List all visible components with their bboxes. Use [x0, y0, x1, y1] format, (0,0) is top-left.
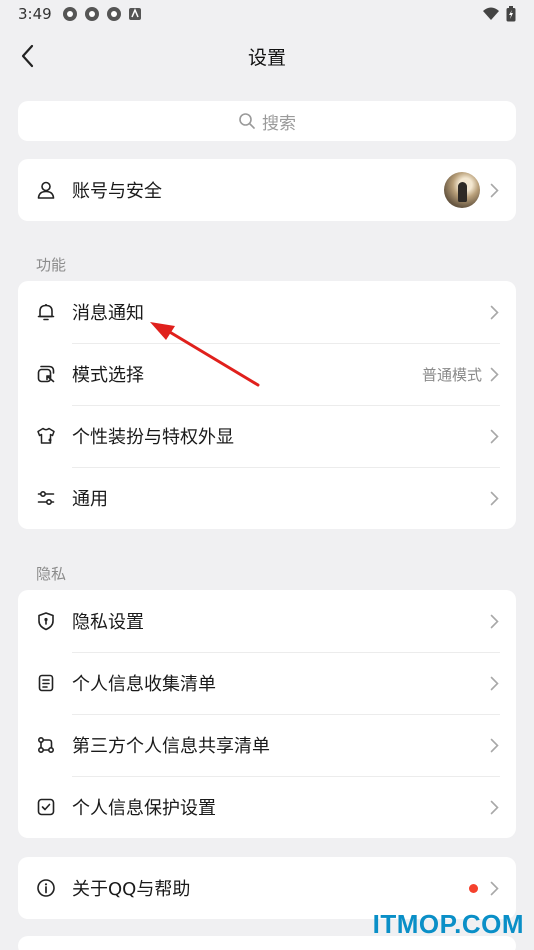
general-settings-label: 通用	[72, 489, 108, 510]
privacy-settings-item[interactable]: 隐私设置	[18, 590, 516, 652]
chevron-right-icon	[488, 182, 500, 198]
account-card: 账号与安全	[18, 159, 516, 221]
chevron-right-icon	[488, 490, 500, 506]
search-placeholder: 搜索	[262, 113, 296, 134]
app-notification-icon	[106, 7, 121, 21]
avatar	[444, 172, 480, 208]
account-security-item[interactable]: 账号与安全	[18, 159, 516, 221]
app-notification-icon	[62, 7, 77, 21]
notification-settings-item[interactable]: 消息通知	[18, 281, 516, 343]
watermark: ITMOP.COM	[372, 909, 524, 939]
battery-icon	[506, 6, 516, 22]
section-title-privacy: 隐私	[36, 565, 67, 583]
mode-selection-item[interactable]: 模式选择 普通模式	[18, 343, 516, 405]
status-time: 3:49	[18, 5, 52, 23]
chevron-right-icon	[488, 799, 500, 815]
notification-settings-label: 消息通知	[72, 303, 144, 324]
new-badge-dot	[469, 883, 478, 893]
personal-info-protection-item[interactable]: 个人信息保护设置	[18, 776, 516, 838]
section-title-function: 功能	[36, 256, 67, 274]
bell-icon	[36, 302, 56, 322]
third-party-sharing-item[interactable]: 第三方个人信息共享清单	[18, 714, 516, 776]
privacy-card: 隐私设置 个人信息收集清单 第三方个人信息共享清单 个人信息保护设置	[18, 590, 516, 838]
personalization-item[interactable]: 个性装扮与特权外显	[18, 405, 516, 467]
chevron-right-icon	[488, 366, 500, 382]
wifi-icon	[483, 7, 499, 20]
text-notification-icon	[128, 8, 141, 20]
chevron-right-icon	[488, 737, 500, 753]
search-icon	[239, 113, 255, 129]
account-security-label: 账号与安全	[72, 181, 162, 202]
personal-info-protection-label: 个人信息保护设置	[72, 798, 216, 819]
sliders-icon	[36, 488, 56, 508]
mode-switch-icon	[36, 364, 56, 384]
page-title: 设置	[247, 46, 286, 69]
chevron-right-icon	[488, 428, 500, 444]
privacy-settings-label: 隐私设置	[72, 612, 144, 633]
personal-info-collection-item[interactable]: 个人信息收集清单	[18, 652, 516, 714]
personal-info-collection-label: 个人信息收集清单	[72, 674, 216, 695]
about-help-label: 关于QQ与帮助	[72, 879, 191, 900]
mode-selection-value: 普通模式	[421, 365, 482, 384]
personalization-label: 个性装扮与特权外显	[72, 427, 234, 448]
search-bar[interactable]: 搜索	[18, 101, 516, 141]
app-notification-icon	[84, 7, 99, 21]
back-button[interactable]	[12, 40, 44, 72]
nav-bar: 设置	[0, 28, 534, 84]
checkbox-icon	[36, 797, 56, 817]
function-card: 消息通知 模式选择 普通模式 个性装扮与特权外显 通用	[18, 281, 516, 529]
mode-selection-label: 模式选择	[72, 365, 144, 386]
shield-icon	[36, 611, 56, 631]
document-list-icon	[36, 673, 56, 693]
chevron-right-icon	[488, 613, 500, 629]
user-icon	[36, 180, 56, 200]
status-bar: 3:49	[0, 0, 534, 28]
notification-icons	[62, 6, 142, 22]
back-arrow-icon	[21, 44, 34, 68]
general-settings-item[interactable]: 通用	[18, 467, 516, 529]
info-icon	[36, 878, 56, 898]
chevron-right-icon	[488, 880, 500, 896]
share-flow-icon	[36, 735, 56, 755]
tshirt-icon	[36, 426, 56, 446]
chevron-right-icon	[488, 675, 500, 691]
third-party-sharing-label: 第三方个人信息共享清单	[72, 736, 270, 757]
chevron-right-icon	[488, 304, 500, 320]
